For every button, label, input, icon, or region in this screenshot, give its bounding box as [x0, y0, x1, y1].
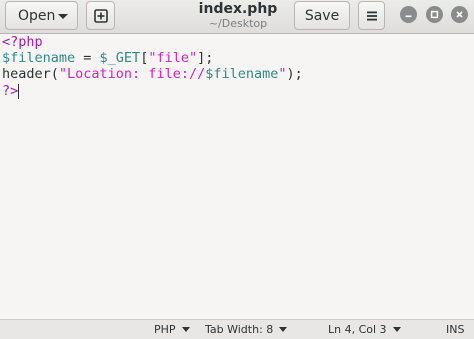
code-line: <?php	[2, 34, 43, 51]
open-button[interactable]: Open	[5, 1, 78, 30]
status-bar: PHP Tab Width: 8 Ln 4, Col 3 INS	[0, 319, 474, 339]
new-tab-icon	[93, 8, 108, 23]
string-token: "	[278, 66, 287, 82]
chevron-down-icon	[181, 327, 190, 332]
chevron-down-icon	[392, 327, 401, 332]
window-title: index.php	[198, 1, 278, 17]
menu-button[interactable]	[358, 1, 385, 30]
language-selector[interactable]: PHP	[154, 322, 190, 337]
maximize-button[interactable]	[426, 6, 443, 23]
bracket-token: ];	[197, 50, 214, 66]
close-button[interactable]	[451, 6, 468, 23]
header-bar: Open index.php ~/Desktop Save	[0, 0, 474, 34]
variable-token: $filename	[205, 66, 279, 82]
string-token: "Location: file://	[58, 66, 206, 82]
language-label: PHP	[154, 323, 176, 336]
variable-token: $filename	[2, 50, 76, 66]
hamburger-menu-icon	[366, 11, 377, 20]
new-tab-button[interactable]	[86, 1, 115, 30]
tab-width-selector[interactable]: Tab Width: 8	[205, 322, 288, 337]
window-title-area: index.php ~/Desktop	[183, 0, 293, 31]
paren-token: );	[286, 66, 303, 82]
save-button[interactable]: Save	[294, 1, 350, 30]
close-icon	[456, 11, 463, 18]
php-close-tag: ?>	[2, 83, 19, 99]
insert-mode-indicator: INS	[446, 323, 465, 336]
cursor-position-selector[interactable]: Ln 4, Col 3	[328, 322, 401, 337]
php-open-tag: <?php	[2, 34, 43, 50]
maximize-icon	[430, 10, 439, 19]
cursor-position-label: Ln 4, Col 3	[328, 323, 387, 336]
string-token: "file"	[148, 50, 198, 66]
open-button-label: Open	[18, 7, 56, 24]
operator-token: =	[75, 50, 100, 66]
code-editor[interactable]: <?php $filename = $_GET["file"]; header(…	[0, 34, 474, 319]
variable-token: $_GET	[99, 50, 141, 66]
window-subtitle: ~/Desktop	[208, 17, 268, 30]
code-line: ?>	[2, 83, 20, 100]
chevron-down-icon	[58, 14, 68, 19]
minimize-button[interactable]	[400, 6, 417, 23]
function-token: header(	[2, 66, 59, 82]
tab-width-label: Tab Width: 8	[205, 323, 274, 336]
chevron-down-icon	[279, 327, 288, 332]
minimize-icon	[405, 15, 412, 18]
text-cursor	[18, 83, 20, 99]
code-line: header("Location: file://$filename");	[2, 66, 303, 83]
code-line: $filename = $_GET["file"];	[2, 50, 213, 67]
